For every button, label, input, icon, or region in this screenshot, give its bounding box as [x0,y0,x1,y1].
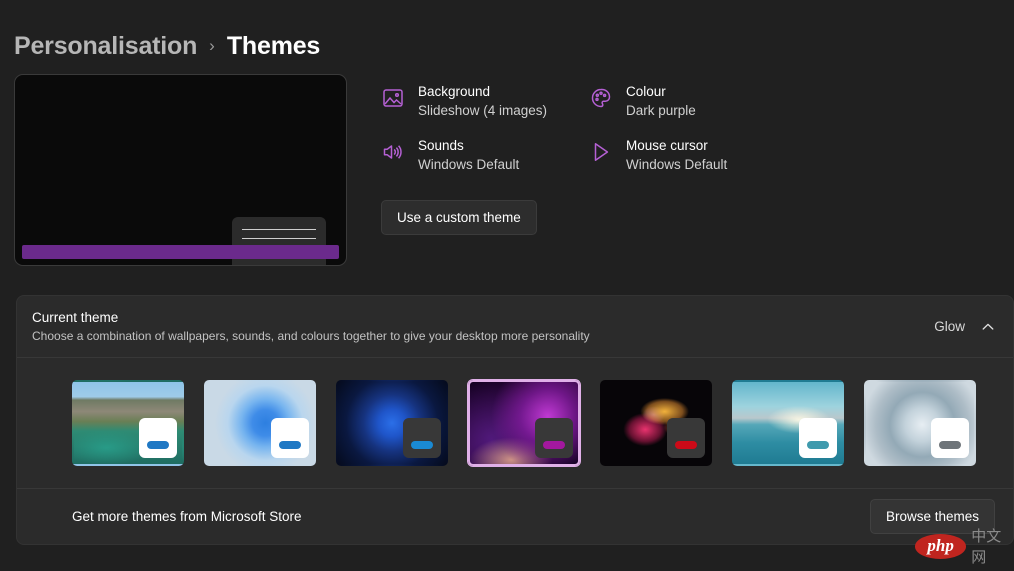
theme-thumbnail[interactable] [204,380,316,466]
theme-thumbnails-row [17,358,1013,489]
speaker-icon [381,140,405,164]
setting-title: Mouse cursor [626,138,727,154]
current-theme-subtitle: Choose a combination of wallpapers, soun… [32,329,590,343]
thumbnail-window-preview [535,418,573,458]
thumbnail-accent [543,441,565,449]
thumbnail-window-preview [403,418,441,458]
thumbnail-accent [147,441,169,449]
thumbnail-window-preview [271,418,309,458]
cursor-icon [589,140,613,164]
page-title: Themes [227,32,320,61]
thumbnail-window-preview [139,418,177,458]
thumbnail-accent [411,441,433,449]
theme-thumbnail[interactable] [72,380,184,466]
palette-icon [589,86,613,110]
current-theme-card: Current theme Choose a combination of wa… [16,295,1014,545]
setting-title: Sounds [418,138,519,154]
theme-thumbnail[interactable] [600,380,712,466]
theme-thumbnail[interactable] [864,380,976,466]
setting-mouse-cursor[interactable]: Mouse cursor Windows Default [589,138,797,192]
theme-thumbnail[interactable] [336,380,448,466]
setting-colour[interactable]: Colour Dark purple [589,84,797,138]
setting-value: Dark purple [626,103,696,119]
preview-taskbar [22,245,339,259]
setting-background[interactable]: Background Slideshow (4 images) [381,84,589,138]
theme-thumbnail[interactable] [732,380,844,466]
current-theme-selected-name: Glow [934,319,965,334]
thumbnail-accent [807,441,829,449]
current-theme-header[interactable]: Current theme Choose a combination of wa… [17,296,1013,358]
setting-title: Background [418,84,547,100]
thumbnail-accent [279,441,301,449]
use-custom-theme-button[interactable]: Use a custom theme [381,200,537,235]
browse-themes-button[interactable]: Browse themes [870,499,995,534]
breadcrumb-separator-icon: › [207,36,217,56]
chevron-up-icon[interactable] [981,320,995,334]
thumbnail-window-preview [931,418,969,458]
current-theme-title: Current theme [32,310,590,325]
theme-preview [14,74,347,266]
thumbnail-window-preview [667,418,705,458]
setting-value: Windows Default [418,157,519,173]
theme-overview-region: Background Slideshow (4 images) Colour D… [0,70,1014,266]
current-theme-header-texts: Current theme Choose a combination of wa… [32,310,590,343]
setting-value: Slideshow (4 images) [418,103,547,119]
setting-sounds[interactable]: Sounds Windows Default [381,138,589,192]
microsoft-store-row: Get more themes from Microsoft Store Bro… [17,489,1013,544]
setting-value: Windows Default [626,157,727,173]
current-theme-header-right: Glow [934,319,995,334]
thumbnail-window-preview [799,418,837,458]
thumbnail-accent [939,441,961,449]
store-label: Get more themes from Microsoft Store [72,509,302,524]
breadcrumb-parent-personalisation[interactable]: Personalisation [14,32,197,61]
image-icon [381,86,405,110]
thumbnail-accent [675,441,697,449]
theme-thumbnail-selected[interactable] [468,380,580,466]
breadcrumb: Personalisation › Themes [0,0,1014,70]
preview-text-line [242,229,316,230]
setting-title: Colour [626,84,696,100]
preview-text-line [242,238,316,239]
theme-settings-grid: Background Slideshow (4 images) Colour D… [381,74,797,266]
